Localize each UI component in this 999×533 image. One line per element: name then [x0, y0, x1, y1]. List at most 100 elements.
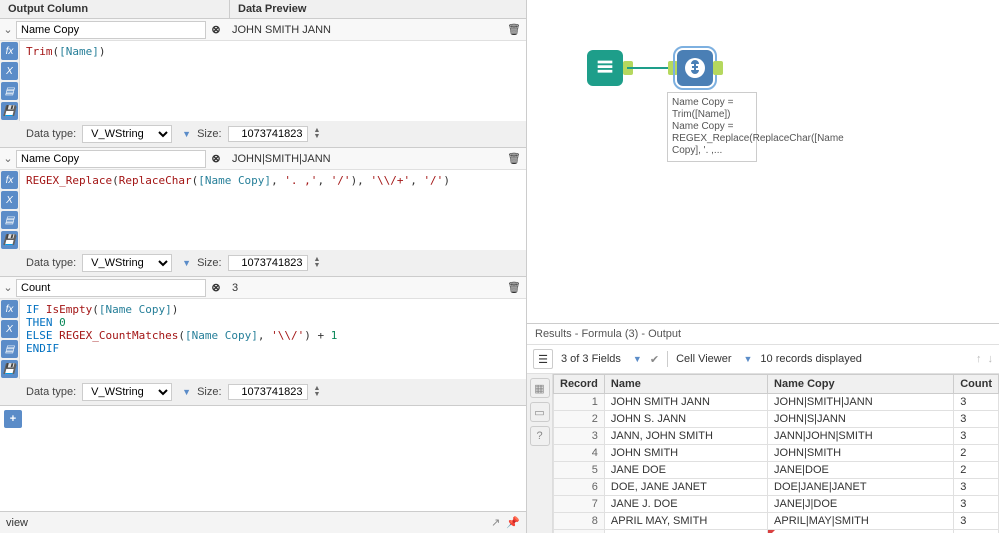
- doc-button[interactable]: ▤: [1, 211, 18, 229]
- name-cell: JANE DOE: [604, 462, 767, 479]
- count-cell: 3: [954, 428, 999, 445]
- chevron-down-icon[interactable]: ▼: [182, 387, 191, 397]
- grid-view-button[interactable]: ▦: [530, 378, 550, 398]
- table-row[interactable]: 2 JOHN S. JANN JOHN|S|JANN 3: [554, 411, 999, 428]
- column-header[interactable]: Count: [954, 375, 999, 394]
- size-label: Size:: [197, 128, 221, 140]
- data-view-button[interactable]: ▭: [530, 402, 550, 422]
- size-input[interactable]: [228, 384, 308, 400]
- name-copy-cell: JOHN|SMITH: [768, 445, 954, 462]
- chevron-down-icon[interactable]: ▼: [744, 354, 753, 364]
- results-menu-button[interactable]: ☰: [533, 349, 553, 369]
- size-spinner[interactable]: ▲▼: [314, 386, 321, 398]
- name-cell: JANN, JOHN SMITH: [604, 428, 767, 445]
- results-table-container[interactable]: RecordNameName CopyCount 1 JOHN SMITH JA…: [553, 374, 999, 533]
- doc-button[interactable]: ▤: [1, 82, 18, 100]
- records-displayed-label: 10 records displayed: [760, 353, 862, 365]
- table-row[interactable]: 6 DOE, JANE JANET DOE|JANE|JANET 3: [554, 479, 999, 496]
- delete-icon[interactable]: 🗑: [502, 152, 526, 165]
- formula-output-anchor[interactable]: [713, 61, 723, 75]
- output-column-input[interactable]: [16, 279, 206, 297]
- data-type-select[interactable]: V_WString: [82, 254, 172, 272]
- results-table: RecordNameName CopyCount 1 JOHN SMITH JA…: [553, 374, 999, 533]
- table-row[interactable]: 8 APRIL MAY, SMITH APRIL|MAY|SMITH 3: [554, 513, 999, 530]
- var-button[interactable]: X: [1, 320, 18, 338]
- name-cell: JANE J. DOE: [604, 496, 767, 513]
- output-column-input[interactable]: [16, 150, 206, 168]
- size-spinner[interactable]: ▲▼: [314, 257, 321, 269]
- cell-viewer-label[interactable]: Cell Viewer: [676, 353, 731, 365]
- formula-config-panel: Output Column Data Preview ⌄ ⊗ JOHN SMIT…: [0, 0, 527, 533]
- size-input[interactable]: [228, 126, 308, 142]
- clear-icon[interactable]: ⊗: [206, 152, 226, 165]
- pin-icon[interactable]: 📌: [506, 516, 520, 529]
- size-spinner[interactable]: ▲▼: [314, 128, 321, 140]
- tool-annotation[interactable]: Name Copy = Trim([Name]) Name Copy = REG…: [667, 92, 757, 162]
- count-cell: 2: [954, 462, 999, 479]
- preview-value: JOHN SMITH JANN: [226, 22, 502, 38]
- size-input[interactable]: [228, 255, 308, 271]
- save-button[interactable]: 💾: [1, 102, 18, 120]
- data-type-select[interactable]: V_WString: [82, 125, 172, 143]
- name-copy-cell: DOE|JANE|JANET: [768, 479, 954, 496]
- chevron-down-icon[interactable]: ▼: [182, 258, 191, 268]
- column-header[interactable]: Name: [604, 375, 767, 394]
- column-header[interactable]: Record: [554, 375, 605, 394]
- data-type-select[interactable]: V_WString: [82, 383, 172, 401]
- fields-count-label[interactable]: 3 of 3 Fields: [561, 353, 621, 365]
- add-formula-button[interactable]: +: [4, 410, 22, 428]
- delete-icon[interactable]: 🗑: [502, 281, 526, 294]
- results-title: Results - Formula (3) - Output: [527, 324, 999, 345]
- delete-icon[interactable]: 🗑: [502, 23, 526, 36]
- name-copy-cell: JANE|J|DOE: [768, 496, 954, 513]
- editor-toolbar: fx X ▤ 💾: [0, 41, 20, 121]
- preview-strip: view ↗ 📌: [0, 511, 526, 533]
- column-headers: Output Column Data Preview: [0, 0, 526, 19]
- chevron-down-icon[interactable]: ▼: [182, 129, 191, 139]
- record-cell: 8: [554, 513, 605, 530]
- name-copy-cell: JANN|JOHN|SMITH: [768, 428, 954, 445]
- collapse-toggle[interactable]: ⌄: [0, 281, 16, 294]
- formula-editor[interactable]: IF IsEmpty([Name Copy]) THEN 0 ELSE REGE…: [20, 299, 526, 379]
- editor-toolbar: fx X ▤ 💾: [0, 299, 20, 379]
- count-cell: 3: [954, 530, 999, 533]
- table-row[interactable]: 7 JANE J. DOE JANE|J|DOE 3: [554, 496, 999, 513]
- formula-editor[interactable]: REGEX_Replace(ReplaceChar([Name Copy], '…: [20, 170, 526, 250]
- clear-icon[interactable]: ⊗: [206, 23, 226, 36]
- collapse-toggle[interactable]: ⌄: [0, 23, 16, 36]
- formula-editor[interactable]: Trim([Name]): [20, 41, 526, 121]
- table-row[interactable]: 1 JOHN SMITH JANN JOHN|SMITH|JANN 3: [554, 394, 999, 411]
- var-button[interactable]: X: [1, 191, 18, 209]
- fx-button[interactable]: fx: [1, 171, 18, 189]
- table-row[interactable]: 4 JOHN SMITH JOHN|SMITH 2: [554, 445, 999, 462]
- column-header[interactable]: Name Copy: [768, 375, 954, 394]
- table-row[interactable]: 5 JANE DOE JANE|DOE 2: [554, 462, 999, 479]
- table-row[interactable]: 3 JANN, JOHN SMITH JANN|JOHN|SMITH 3: [554, 428, 999, 445]
- save-button[interactable]: 💾: [1, 231, 18, 249]
- input-tool-node[interactable]: [587, 50, 623, 86]
- record-cell: 3: [554, 428, 605, 445]
- prev-page-icon[interactable]: ↑: [976, 353, 982, 365]
- record-cell: 6: [554, 479, 605, 496]
- table-row[interactable]: 9 JOANN TRANSPORTATION CANE JOANN|TRANSP…: [554, 530, 999, 533]
- help-button[interactable]: ?: [530, 426, 550, 446]
- count-cell: 3: [954, 513, 999, 530]
- count-cell: 3: [954, 496, 999, 513]
- doc-button[interactable]: ▤: [1, 340, 18, 358]
- var-button[interactable]: X: [1, 62, 18, 80]
- collapse-toggle[interactable]: ⌄: [0, 152, 16, 165]
- results-toolbar: ☰ 3 of 3 Fields▼ ✔ Cell Viewer▼ 10 recor…: [527, 345, 999, 374]
- formula-tool-node[interactable]: [677, 50, 713, 86]
- fx-button[interactable]: fx: [1, 42, 18, 60]
- name-copy-cell: JOANN|TRANSPORTATION|CANE: [768, 530, 954, 533]
- output-column-input[interactable]: [16, 21, 206, 39]
- fx-button[interactable]: fx: [1, 300, 18, 318]
- chevron-down-icon[interactable]: ▼: [633, 354, 642, 364]
- formula-block: ⌄ ⊗ JOHN|SMITH|JANN 🗑 fx X ▤ 💾 REGEX_Rep…: [0, 148, 526, 277]
- next-page-icon[interactable]: ↓: [988, 353, 994, 365]
- goto-icon[interactable]: ↗: [491, 516, 500, 529]
- preview-value: JOHN|SMITH|JANN: [226, 151, 502, 167]
- clear-icon[interactable]: ⊗: [206, 281, 226, 294]
- save-button[interactable]: 💾: [1, 360, 18, 378]
- workflow-canvas[interactable]: Name Copy = Trim([Name]) Name Copy = REG…: [527, 0, 999, 323]
